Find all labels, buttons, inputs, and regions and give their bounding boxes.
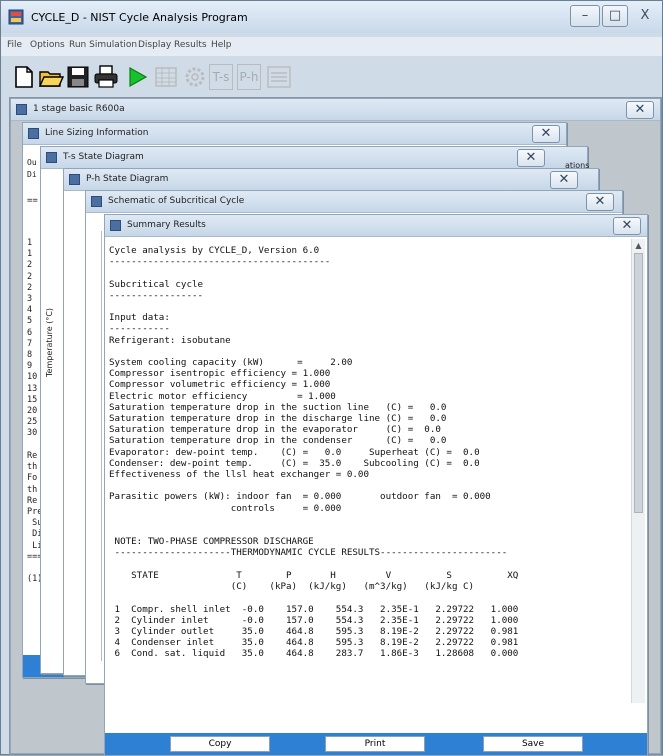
app-window: CYCLE_D - NIST Cycle Analysis Program – … [0,0,663,756]
run-play-icon[interactable] [124,64,150,90]
line-sizing-numbers: 1 1 2 2 2 3 4 5 6 7 8 9 10 13 15 20 25 3… [27,238,38,439]
window-icon [110,220,121,231]
new-file-icon[interactable] [11,64,37,90]
toolbar: T-s P-h [1,58,662,95]
ts-diagram-icon[interactable]: T-s [209,64,233,90]
summary-titlebar[interactable]: Summary Results ✕ [105,215,647,237]
main-window-titlebar[interactable]: 1 stage basic R600a ✕ [11,99,660,121]
schematic-title: Schematic of Subcritical Cycle [108,196,245,206]
close-ph-diagram-button[interactable]: ✕ [550,171,578,189]
window-icon [91,196,102,207]
open-folder-icon[interactable] [38,64,65,90]
summary-results-window: Summary Results ✕ Cycle analysis by CYCL… [104,214,648,756]
line-sizing-tab-partial: ations [565,161,590,170]
print-icon[interactable] [93,64,119,90]
window-icon [16,104,27,115]
title-bar[interactable]: CYCLE_D - NIST Cycle Analysis Program – … [1,1,662,33]
save-button[interactable]: Save [483,736,583,752]
gear-icon[interactable] [182,64,208,90]
ts-diagram-title: T-s State Diagram [63,152,144,162]
line-sizing-header-text: Ou Di [27,158,37,179]
line-sizing-dashes: == [27,196,38,206]
table-icon[interactable] [153,64,179,90]
line-sizing-title: Line Sizing Information [45,128,149,138]
close-schematic-button[interactable]: ✕ [586,193,614,211]
menu-display-results[interactable]: Display Results [138,40,207,50]
ph-diagram-icon[interactable]: P-h [237,64,261,90]
menu-options[interactable]: Options [30,40,65,50]
scroll-up-arrow-icon[interactable]: ▲ [633,241,644,251]
print-button[interactable]: Print [325,736,425,752]
app-title: CYCLE_D - NIST Cycle Analysis Program [31,11,248,24]
close-line-sizing-button[interactable]: ✕ [532,125,560,143]
save-disk-icon[interactable] [65,64,91,90]
maximize-button[interactable]: □ [602,5,628,27]
menu-run-simulation[interactable]: Run Simulation [69,40,137,50]
main-window-title: 1 stage basic R600a [33,104,125,114]
close-button[interactable]: X [631,5,659,27]
menu-help[interactable]: Help [211,40,232,50]
schematic-titlebar[interactable]: Schematic of Subcritical Cycle ✕ [86,191,622,213]
menu-bar: File Options Run Simulation Display Resu… [1,37,662,56]
summary-vertical-scrollbar[interactable]: ▲ [631,239,645,703]
ph-diagram-title: P-h State Diagram [86,174,169,184]
summary-results-text: Cycle analysis by CYCLE_D, Version 6.0 -… [109,245,519,660]
ts-yaxis-label: Temperature (°C) [45,307,54,377]
app-icon [8,9,24,25]
close-ts-diagram-button[interactable]: ✕ [517,149,545,167]
ph-diagram-titlebar[interactable]: P-h State Diagram ✕ [64,169,598,191]
mdi-area: 1 stage basic R600a ✕ Line Sizing Inform… [9,97,662,756]
schematic-left-edge [90,231,102,661]
ts-diagram-titlebar[interactable]: T-s State Diagram ✕ [41,147,587,169]
summary-title: Summary Results [127,220,206,230]
close-summary-button[interactable]: ✕ [613,217,641,235]
summary-button-bar: Copy Print Save [105,733,647,755]
line-sizing-titlebar[interactable]: Line Sizing Information ✕ [23,123,566,145]
list-icon[interactable] [266,64,292,90]
window-icon [46,152,57,163]
scrollbar-thumb[interactable] [634,253,643,513]
menu-file[interactable]: File [7,40,22,50]
minimize-button[interactable]: – [570,5,600,27]
window-icon [69,174,80,185]
window-icon [28,128,39,139]
copy-button[interactable]: Copy [170,736,270,752]
close-main-window-button[interactable]: ✕ [626,101,654,119]
